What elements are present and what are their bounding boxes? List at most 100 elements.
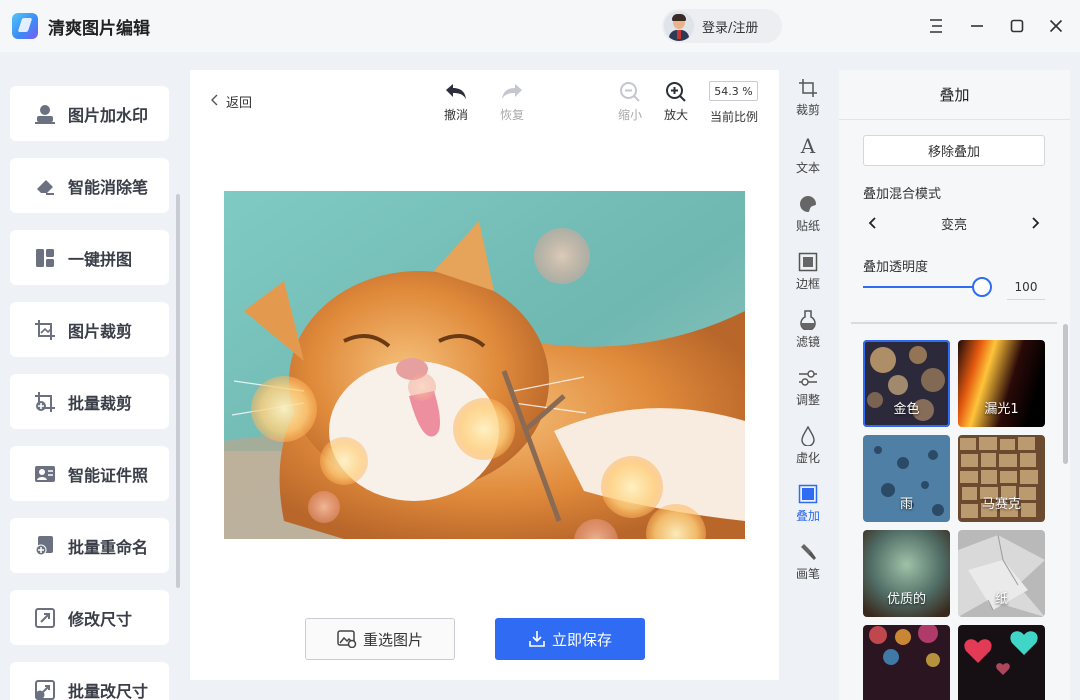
undo-button[interactable]: 撤消 <box>436 80 476 123</box>
avatar-icon <box>664 11 694 41</box>
crop-icon <box>34 319 56 341</box>
tool-adjust[interactable]: 调整 <box>784 366 832 408</box>
sidebar-item-id-photo[interactable]: 智能证件照 <box>10 446 169 501</box>
tool-crop[interactable]: 裁剪 <box>784 76 832 118</box>
sidebar-item-eraser[interactable]: 智能消除笔 <box>10 158 169 213</box>
eraser-icon <box>34 175 56 197</box>
save-label: 立即保存 <box>551 630 612 649</box>
download-icon <box>528 630 546 648</box>
blend-mode-selector: 变亮 <box>863 210 1045 236</box>
sidebar-item-rename[interactable]: 批量重命名 <box>10 518 169 573</box>
tool-label: 裁剪 <box>795 103 820 117</box>
watermark-icon <box>34 103 56 125</box>
resize-icon <box>34 607 56 629</box>
zoom-in-label: 放大 <box>663 108 688 122</box>
overlay-thumb-gold[interactable]: 金色 <box>863 340 950 427</box>
zoom-out-button[interactable]: 缩小 <box>610 80 650 123</box>
close-icon[interactable] <box>1044 14 1068 38</box>
text-icon: A <box>800 134 816 158</box>
back-button[interactable]: 返回 <box>208 92 252 111</box>
sidebar-item-batch-crop[interactable]: 批量裁剪 <box>10 374 169 429</box>
overlay-thumb-bokeh[interactable] <box>863 625 950 700</box>
overlay-caption: 漏光1 <box>984 402 1019 417</box>
sidebar-item-collage[interactable]: 一键拼图 <box>10 230 169 285</box>
redo-icon <box>492 80 532 104</box>
adjust-icon <box>784 366 832 390</box>
overlay-panel: 叠加 移除叠加 叠加混合模式 变亮 叠加透明度 100 金色 漏光1 雨 马赛克… <box>839 70 1070 700</box>
tool-label: 虚化 <box>795 451 820 465</box>
sidebar: 图片加水印 智能消除笔 一键拼图 图片裁剪 批量裁剪 智能证件照 批量重命名 修… <box>0 70 180 700</box>
sidebar-item-label: 修改尺寸 <box>68 609 133 629</box>
title-bar: 清爽图片编辑 登录/注册 <box>0 0 1080 52</box>
minimize-icon[interactable] <box>965 14 989 38</box>
tool-text[interactable]: A 文本 <box>784 134 832 176</box>
overlay-caption: 马赛克 <box>981 497 1021 512</box>
menu-icon[interactable] <box>924 14 948 38</box>
tool-strip: 裁剪 A 文本 贴纸 边框 滤镜 调整 虚化 叠加 画笔 <box>784 70 832 700</box>
maximize-icon[interactable] <box>1005 14 1029 38</box>
id-photo-icon <box>34 463 56 485</box>
remove-overlay-button[interactable]: 移除叠加 <box>863 135 1045 166</box>
login-label: 登录/注册 <box>702 20 759 36</box>
tool-label: 贴纸 <box>795 219 820 233</box>
sidebar-item-label: 图片裁剪 <box>68 321 133 341</box>
app-logo-icon <box>12 13 38 39</box>
frame-icon <box>784 250 832 274</box>
overlay-thumb-light-leak[interactable]: 漏光1 <box>958 340 1045 427</box>
rename-icon <box>34 535 56 557</box>
overlay-thumb-hearts[interactable] <box>958 625 1045 700</box>
opacity-value-input[interactable]: 100 <box>1007 274 1045 300</box>
overlay-thumb-paper[interactable]: 纸 <box>958 530 1045 617</box>
tool-filter[interactable]: 滤镜 <box>784 308 832 350</box>
sidebar-item-resize[interactable]: 修改尺寸 <box>10 590 169 645</box>
login-button[interactable]: 登录/注册 <box>662 9 782 43</box>
sidebar-scrollbar[interactable] <box>176 194 180 588</box>
overlay-thumb-mosaic[interactable]: 马赛克 <box>958 435 1045 522</box>
filter-icon <box>784 308 832 332</box>
sticker-icon <box>784 192 832 216</box>
overlay-caption: 雨 <box>899 497 913 512</box>
zoom-level-input[interactable]: 54.3 % <box>709 81 758 101</box>
tool-blur[interactable]: 虚化 <box>784 424 832 466</box>
sidebar-item-label: 批量重命名 <box>68 537 149 557</box>
overlay-caption: 纸 <box>994 592 1008 607</box>
image-icon <box>337 630 357 648</box>
opacity-label: 叠加透明度 <box>863 260 929 275</box>
sidebar-item-label: 一键拼图 <box>68 249 133 269</box>
chevron-left-icon <box>208 93 222 111</box>
tool-frame[interactable]: 边框 <box>784 250 832 292</box>
overlay-icon <box>784 482 832 506</box>
back-label: 返回 <box>226 96 253 111</box>
chevron-left-icon[interactable] <box>863 216 881 230</box>
save-button[interactable]: 立即保存 <box>495 618 645 660</box>
overlay-thumb-premium[interactable]: 优质的 <box>863 530 950 617</box>
overlay-thumb-rain[interactable]: 雨 <box>863 435 950 522</box>
blend-mode-value: 变亮 <box>940 217 967 233</box>
blend-mode-label: 叠加混合模式 <box>863 187 942 202</box>
sidebar-item-label: 批量改尺寸 <box>68 681 149 700</box>
edited-photo[interactable] <box>224 191 745 539</box>
sidebar-item-label: 智能证件照 <box>68 465 149 485</box>
opacity-slider-track[interactable] <box>863 286 981 288</box>
tool-overlay[interactable]: 叠加 <box>784 482 832 524</box>
redo-button[interactable]: 恢复 <box>492 80 532 123</box>
chevron-right-icon[interactable] <box>1027 216 1045 230</box>
overlay-caption: 优质的 <box>886 592 926 607</box>
sidebar-item-crop[interactable]: 图片裁剪 <box>10 302 169 357</box>
panel-scrollbar[interactable] <box>1063 324 1068 464</box>
tool-brush[interactable]: 画笔 <box>784 540 832 582</box>
brush-icon <box>784 540 832 564</box>
divider <box>851 322 1057 324</box>
tool-sticker[interactable]: 贴纸 <box>784 192 832 234</box>
zoom-in-button[interactable]: 放大 <box>656 80 696 123</box>
sidebar-item-watermark[interactable]: 图片加水印 <box>10 86 169 141</box>
tool-label: 叠加 <box>795 509 820 523</box>
app-title: 清爽图片编辑 <box>48 18 150 39</box>
opacity-slider-handle[interactable] <box>972 277 992 297</box>
tool-label: 边框 <box>795 277 820 291</box>
blur-icon <box>784 424 832 448</box>
sidebar-item-label: 图片加水印 <box>68 105 149 125</box>
sidebar-item-batch-resize[interactable]: 批量改尺寸 <box>10 662 169 700</box>
reselect-image-button[interactable]: 重选图片 <box>305 618 455 660</box>
zoom-out-label: 缩小 <box>617 108 642 122</box>
